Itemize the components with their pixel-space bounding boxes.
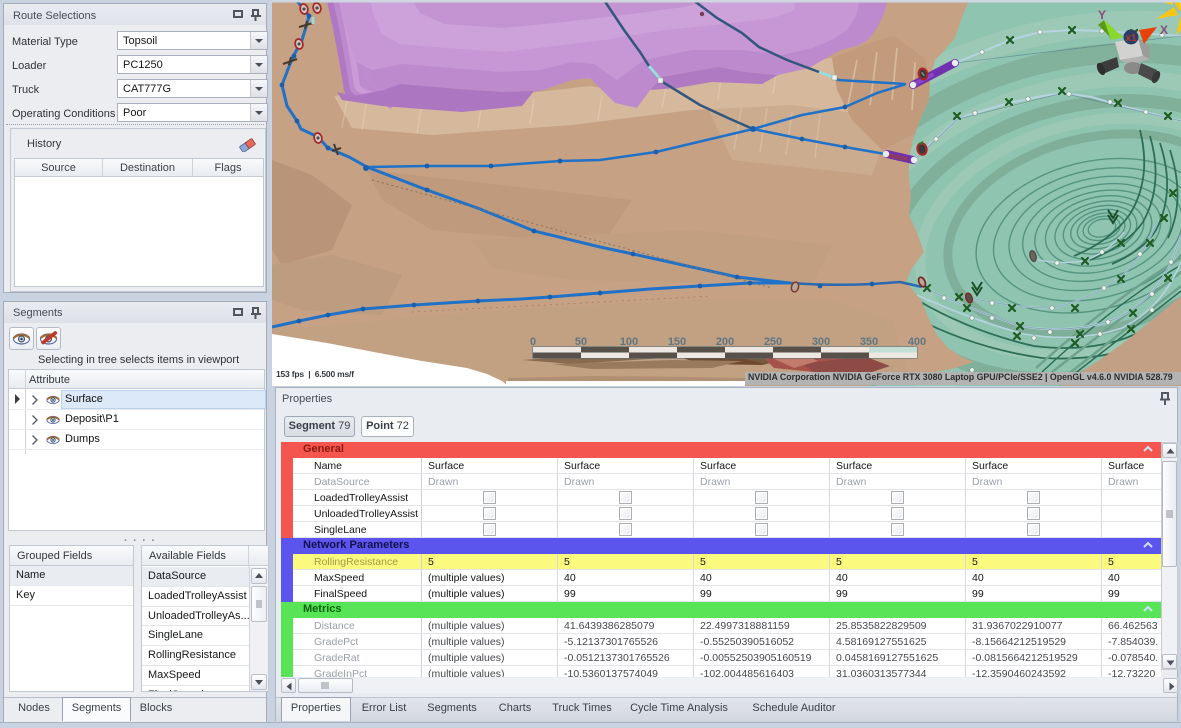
svg-text:Y: Y: [1098, 8, 1106, 22]
svg-text:200: 200: [716, 336, 734, 348]
svg-text:50: 50: [575, 336, 587, 348]
svg-text:250: 250: [764, 336, 782, 348]
svg-text:X: X: [1160, 23, 1168, 37]
svg-text:300: 300: [812, 336, 830, 348]
svg-text:100: 100: [620, 336, 638, 348]
svg-text:400: 400: [908, 336, 926, 348]
svg-text:150: 150: [668, 336, 686, 348]
svg-text:0: 0: [530, 336, 536, 348]
svg-text:x1: x1: [1125, 33, 1137, 44]
svg-text:350: 350: [860, 336, 878, 348]
